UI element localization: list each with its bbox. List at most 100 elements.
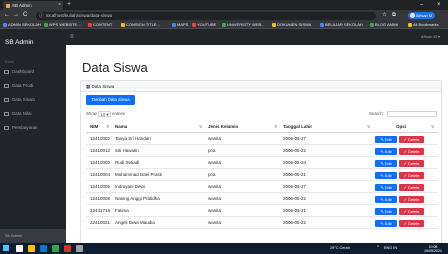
extensions-icon[interactable]: ⧉ xyxy=(392,10,396,21)
column-header-tanggal-lahir[interactable]: Tanggal Lahir xyxy=(283,121,312,133)
site-info-icon[interactable]: ⓘ xyxy=(39,12,44,20)
tab-title: SB Admin xyxy=(12,3,32,8)
delete-button[interactable]: ✓ Delete xyxy=(399,195,424,203)
edit-button[interactable]: ✎ Edit xyxy=(375,171,397,179)
profile-button[interactable]: Ikhsan M xyxy=(408,12,436,19)
app-icon[interactable] xyxy=(76,245,83,252)
cell-tanggal-lahir: 2006-05-22 xyxy=(283,220,307,225)
delete-button[interactable]: ✓ Delete xyxy=(399,171,424,179)
table-header-row: NIM Nama Jenis Kelamin Tanggal Lahir Ops… xyxy=(86,121,438,133)
reload-button[interactable]: C xyxy=(23,10,27,21)
delete-button[interactable]: ✓ Delete xyxy=(399,147,424,155)
bookmark-favicon-icon xyxy=(320,23,324,27)
bookmark-favicon-icon xyxy=(192,23,196,27)
sidebar-item-data-siswa[interactable]: Data Siswa xyxy=(0,94,66,106)
url-text: localhost/kuliah/siswa/data-siswa xyxy=(46,12,113,18)
cell-jenis-kelamin: pria xyxy=(208,172,216,177)
cell-nim: 12410008 xyxy=(90,196,111,201)
whatsapp-icon[interactable] xyxy=(52,245,59,252)
column-header-jenis-kelamin[interactable]: Jenis Kelamin xyxy=(208,121,238,133)
back-button[interactable]: ← xyxy=(4,10,10,21)
sidebar-item-data-nilai[interactable]: Data Nilai xyxy=(0,108,66,120)
weather-widget[interactable]: 29°C Cerah xyxy=(330,243,350,254)
delete-button[interactable]: ✓ Delete xyxy=(399,159,424,167)
sidebar-heading: Core xyxy=(5,59,14,64)
table-row: 12410012 Siti Hawatin pria 2006-05-22 ✎ … xyxy=(86,145,438,157)
all-bookmarks-button[interactable]: All Bookmarks xyxy=(408,21,439,28)
bookmark-star-icon[interactable]: ☆ xyxy=(382,10,387,21)
close-tab-icon[interactable]: × xyxy=(58,1,61,10)
clock[interactable]: 10:08 26/05/2024 xyxy=(422,245,444,253)
edit-button[interactable]: ✎ Edit xyxy=(375,159,397,167)
bookmark-item[interactable]: MAPS xyxy=(172,21,188,28)
delete-button[interactable]: ✓ Delete xyxy=(399,183,424,191)
search-input[interactable] xyxy=(387,111,437,117)
chrome-icon[interactable] xyxy=(64,245,71,252)
bookmark-favicon-icon xyxy=(88,23,92,27)
edge-icon[interactable] xyxy=(40,245,47,252)
edit-button[interactable]: ✎ Edit xyxy=(375,195,397,203)
close-window-button[interactable]: × xyxy=(437,0,441,10)
cell-jenis-kelamin: wanita xyxy=(208,136,222,141)
column-header-nim[interactable]: NIM xyxy=(90,121,98,133)
sort-icon: ⇅ xyxy=(431,124,435,129)
table-row: 12410004 Muhammad Dani Prasti pria 2006-… xyxy=(86,169,438,181)
sidebar-footer: Sb Admin xyxy=(0,229,66,243)
windows-start-icon[interactable] xyxy=(3,245,9,251)
bookmark-item[interactable]: DOKUMEN SISWA xyxy=(272,21,311,28)
cell-jenis-kelamin: wanita xyxy=(208,196,222,201)
table-row: 12410008 Naning Anggi Pratidha wanita 20… xyxy=(86,193,438,205)
bookmark-favicon-icon xyxy=(370,23,374,27)
chevron-up-icon[interactable]: ⌃ xyxy=(376,243,380,254)
cell-nim: 12410002 xyxy=(90,136,111,141)
cell-nama: Tanya Sri Handari xyxy=(115,136,151,141)
bookmark-item[interactable]: BELAJAR SEKOLAH xyxy=(320,21,363,28)
profile-name: Ikhsan M xyxy=(416,13,433,18)
bookmark-favicon-icon xyxy=(121,23,125,27)
search-icon[interactable] xyxy=(16,245,23,252)
clock-date: 26/05/2024 xyxy=(424,248,442,253)
add-student-button[interactable]: Tambah Data Siswa xyxy=(86,95,135,105)
sidebar-item-data-prodi[interactable]: Data Prodi xyxy=(0,80,66,92)
column-header-opsi[interactable]: Opsi xyxy=(396,121,406,133)
cell-nama: Angeli Dewi Maudia xyxy=(115,220,155,225)
delete-button[interactable]: ✓ Delete xyxy=(399,207,424,215)
sidebar-item-pembayaran[interactable]: Pembayaran xyxy=(0,122,66,134)
sidebar-toggle-icon[interactable]: ≡ xyxy=(70,29,74,45)
minimize-window-button[interactable]: – xyxy=(420,0,423,10)
entries-select[interactable]: 10 ▾ xyxy=(97,110,111,117)
delete-button[interactable]: ✓ Delete xyxy=(399,219,424,227)
bookmark-item[interactable]: UNIVERSITY WEB... xyxy=(222,21,265,28)
edit-button[interactable]: ✎ Edit xyxy=(375,219,397,227)
bookmark-item[interactable]: BLOG AMINI xyxy=(370,21,398,28)
forward-button[interactable]: → xyxy=(13,10,19,21)
edit-button[interactable]: ✎ Edit xyxy=(375,135,397,143)
cell-tanggal-lahir: 2006-05-21 xyxy=(283,172,307,177)
new-tab-button[interactable]: + xyxy=(67,1,71,9)
browser-tab[interactable]: SB Admin × xyxy=(3,1,63,10)
brand-logo[interactable]: SB Admin xyxy=(5,39,34,46)
entries-length-control: Show 10 ▾ entries xyxy=(86,110,126,117)
bookmark-favicon-icon xyxy=(172,23,176,27)
avatar xyxy=(409,13,415,18)
bookmark-item[interactable]: CONSIGN TITLE... xyxy=(121,21,160,28)
bookmark-item[interactable]: YOUTUBE xyxy=(192,21,216,28)
chevron-down-icon: ▾ xyxy=(437,34,440,39)
edit-button[interactable]: ✎ Edit xyxy=(375,147,397,155)
language-indicator[interactable]: ENG IN xyxy=(384,243,397,254)
cell-tanggal-lahir: 2006-05-24 xyxy=(283,160,307,165)
user-dropdown[interactable]: Ikhsan M ▾ xyxy=(421,29,440,45)
delete-button[interactable]: ✓ Delete xyxy=(399,135,424,143)
sidebar-item-dashboard[interactable]: Dashboard xyxy=(0,66,66,78)
edit-button[interactable]: ✎ Edit xyxy=(375,183,397,191)
column-header-nama[interactable]: Nama xyxy=(115,121,127,133)
favicon-icon xyxy=(6,4,10,8)
folder-icon xyxy=(408,23,412,27)
edit-button[interactable]: ✎ Edit xyxy=(375,207,397,215)
cell-jenis-kelamin: wanita xyxy=(208,184,222,189)
bookmark-item[interactable]: ADMIN SEKOLAH xyxy=(3,21,41,28)
bookmark-item[interactable]: WPS WEBSITE... xyxy=(44,21,81,28)
bookmark-item[interactable]: CONTENT xyxy=(88,21,112,28)
file-explorer-icon[interactable] xyxy=(28,245,35,252)
url-input[interactable]: ⓘ localhost/kuliah/siswa/data-siswa xyxy=(36,11,376,20)
